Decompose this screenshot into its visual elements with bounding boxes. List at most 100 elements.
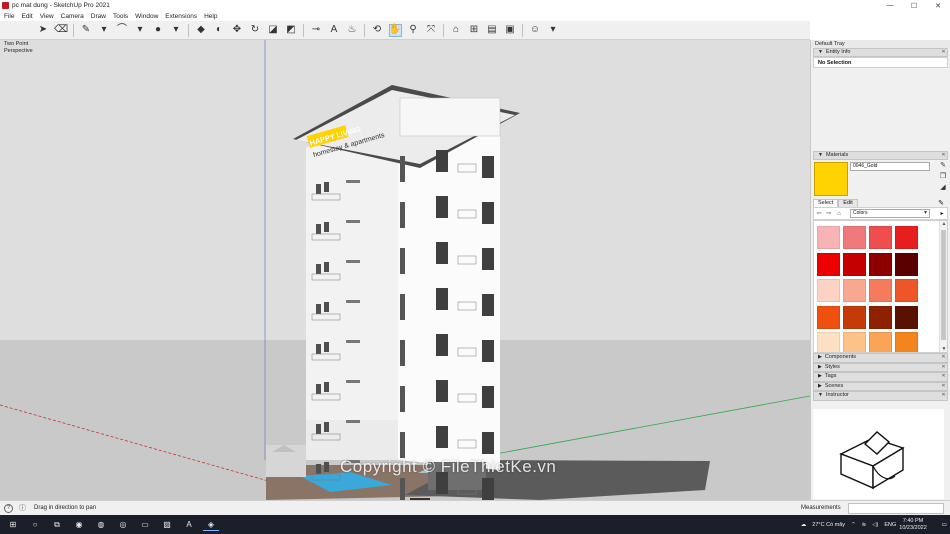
eyedropper-icon[interactable]: ✎ — [934, 200, 948, 207]
geo-location-icon[interactable]: ⓘ — [19, 503, 26, 513]
text-tool-icon[interactable]: A — [328, 24, 341, 37]
weather-text[interactable]: 27°C Có mây — [812, 522, 845, 528]
color-swatch[interactable] — [869, 252, 892, 276]
color-swatch[interactable] — [817, 252, 840, 276]
rotate-tool-icon[interactable]: ↻ — [249, 24, 262, 37]
color-swatch[interactable] — [817, 332, 840, 352]
panel-close-icon[interactable]: ✕ — [940, 364, 947, 371]
menu-file[interactable]: File — [0, 13, 18, 20]
color-swatch[interactable] — [895, 252, 918, 276]
select-tool-icon[interactable]: ➤ — [37, 24, 50, 37]
tab-edit[interactable]: Edit — [838, 199, 858, 207]
weather-cloud-icon[interactable]: ☁ — [801, 522, 807, 528]
color-swatch[interactable] — [843, 279, 866, 302]
sample-paint-icon[interactable]: ◢ — [938, 182, 948, 193]
instructor-header[interactable]: ▼ Instructor ✕ — [813, 391, 948, 401]
line-tool-icon[interactable]: ✎ — [80, 24, 93, 37]
language-indicator[interactable]: ENG — [884, 522, 896, 528]
model-viewport[interactable]: HAPPY LIVING homestay & apartments Two P… — [0, 40, 810, 500]
styles-header[interactable]: ▶ Styles ✕ — [813, 362, 948, 372]
zoom-extents-tool-icon[interactable]: ⤧ — [425, 24, 438, 37]
panel-close-icon[interactable]: ✕ — [940, 383, 947, 390]
maximize-button[interactable]: ☐ — [902, 2, 926, 10]
messenger-app-icon[interactable]: ◉ — [71, 518, 87, 531]
swatch-scrollbar[interactable]: ▲ ▼ — [939, 221, 947, 352]
collection-select[interactable]: Colors — [850, 209, 930, 218]
offset-tool-icon[interactable]: ◩ — [285, 24, 298, 37]
move-tool-icon[interactable]: ✥ — [231, 24, 244, 37]
file-explorer-app-icon[interactable]: ▭ — [137, 518, 153, 531]
color-swatch[interactable] — [817, 226, 840, 249]
components-header[interactable]: ▶ Components ✕ — [813, 353, 948, 363]
push-pull-tool-icon[interactable]: ◆ — [195, 24, 208, 37]
color-swatch[interactable] — [843, 252, 866, 276]
tape-measure-tool-icon[interactable]: ⊸ — [310, 24, 323, 37]
measurements-box[interactable] — [848, 503, 944, 514]
material-name-field[interactable]: 0046_Gold — [850, 162, 930, 171]
arc-dropdown-icon[interactable]: ▾ — [134, 24, 147, 37]
task-view-button-icon[interactable]: ⧉ — [49, 518, 65, 531]
close-button[interactable]: ✕ — [926, 2, 950, 10]
warehouse-tool-icon[interactable]: ⌂ — [450, 24, 463, 37]
color-swatch[interactable] — [869, 332, 892, 352]
menu-camera[interactable]: Camera — [57, 13, 87, 20]
panel-close-icon[interactable]: ✕ — [940, 49, 947, 56]
shape-dropdown-icon[interactable]: ▾ — [170, 24, 183, 37]
scroll-down-icon[interactable]: ▼ — [940, 346, 947, 352]
search-button-icon[interactable]: ○ — [27, 518, 43, 531]
color-swatch[interactable] — [843, 305, 866, 329]
create-material-icon[interactable]: ❒ — [938, 171, 948, 182]
forward-arrow-icon[interactable]: ⇨ — [824, 210, 834, 217]
scroll-up-icon[interactable]: ▲ — [940, 221, 947, 227]
panel-close-icon[interactable]: ✕ — [940, 392, 947, 399]
menu-edit[interactable]: Edit — [18, 13, 36, 20]
color-swatch[interactable] — [817, 279, 840, 302]
panel-close-icon[interactable]: ✕ — [940, 152, 947, 159]
extension-manager-tool-icon[interactable]: ▣ — [504, 24, 517, 37]
color-swatch[interactable] — [895, 279, 918, 302]
photos-app-icon[interactable]: ▨ — [159, 518, 175, 531]
scale-tool-icon[interactable]: ◪ — [267, 24, 280, 37]
menu-extensions[interactable]: Extensions — [162, 13, 201, 20]
clock[interactable]: 7:40 PM 10/23/2022 — [899, 518, 927, 532]
paint-icon[interactable]: ✎ — [938, 160, 948, 171]
color-swatch[interactable] — [817, 305, 840, 329]
panel-close-icon[interactable]: ✕ — [940, 354, 947, 361]
shape-tool-icon[interactable]: ● — [152, 24, 165, 37]
home-icon[interactable]: ⌂ — [834, 211, 844, 217]
volume-icon[interactable]: ◁) — [872, 522, 878, 528]
chrome-app-icon[interactable]: ◍ — [93, 518, 109, 531]
paint-bucket-tool-icon[interactable]: ♨ — [346, 24, 359, 37]
tray-chevron-icon[interactable]: ⌃ — [851, 522, 856, 528]
account-dropdown-icon[interactable]: ▾ — [547, 24, 560, 37]
orbit-tool-icon[interactable]: ⟲ — [371, 24, 384, 37]
notification-icon[interactable]: ▭ — [942, 522, 947, 528]
menu-help[interactable]: Help — [201, 13, 221, 20]
eraser-tool-icon[interactable]: ⌫ — [54, 24, 68, 37]
color-swatch[interactable] — [843, 332, 866, 352]
scenes-header[interactable]: ▶ Scenes ✕ — [813, 381, 948, 391]
tab-select[interactable]: Select — [813, 199, 839, 207]
panel-close-icon[interactable]: ✕ — [940, 373, 947, 380]
follow-me-tool-icon[interactable]: ◐ — [213, 24, 226, 37]
zoom-tool-icon[interactable]: ⚲ — [407, 24, 420, 37]
zoom-app-icon[interactable]: ◎ — [115, 518, 131, 531]
color-swatch[interactable] — [843, 226, 866, 249]
color-swatch[interactable] — [869, 226, 892, 249]
color-swatch[interactable] — [869, 279, 892, 302]
color-swatch[interactable] — [895, 305, 918, 329]
pan-tool-icon[interactable]: ✋ — [388, 23, 402, 37]
minimize-button[interactable]: — — [878, 2, 902, 10]
entity-info-header[interactable]: ▼ Entity Info ✕ — [813, 48, 948, 57]
extension-warehouse-tool-icon[interactable]: ⊞ — [468, 24, 481, 37]
line-dropdown-icon[interactable]: ▾ — [98, 24, 111, 37]
sketchup-app-icon[interactable]: ◈ — [203, 518, 219, 531]
color-swatch[interactable] — [869, 305, 892, 329]
help-icon[interactable]: ? — [4, 503, 13, 513]
tags-header[interactable]: ▶ Tags ✕ — [813, 372, 948, 382]
materials-header[interactable]: ▼ Materials ✕ — [813, 151, 948, 160]
layout-tool-icon[interactable]: ▤ — [486, 24, 499, 37]
color-swatch[interactable] — [895, 332, 918, 352]
details-arrow-icon[interactable]: ▸ — [937, 210, 947, 217]
autocad-app-icon[interactable]: A — [181, 518, 197, 531]
